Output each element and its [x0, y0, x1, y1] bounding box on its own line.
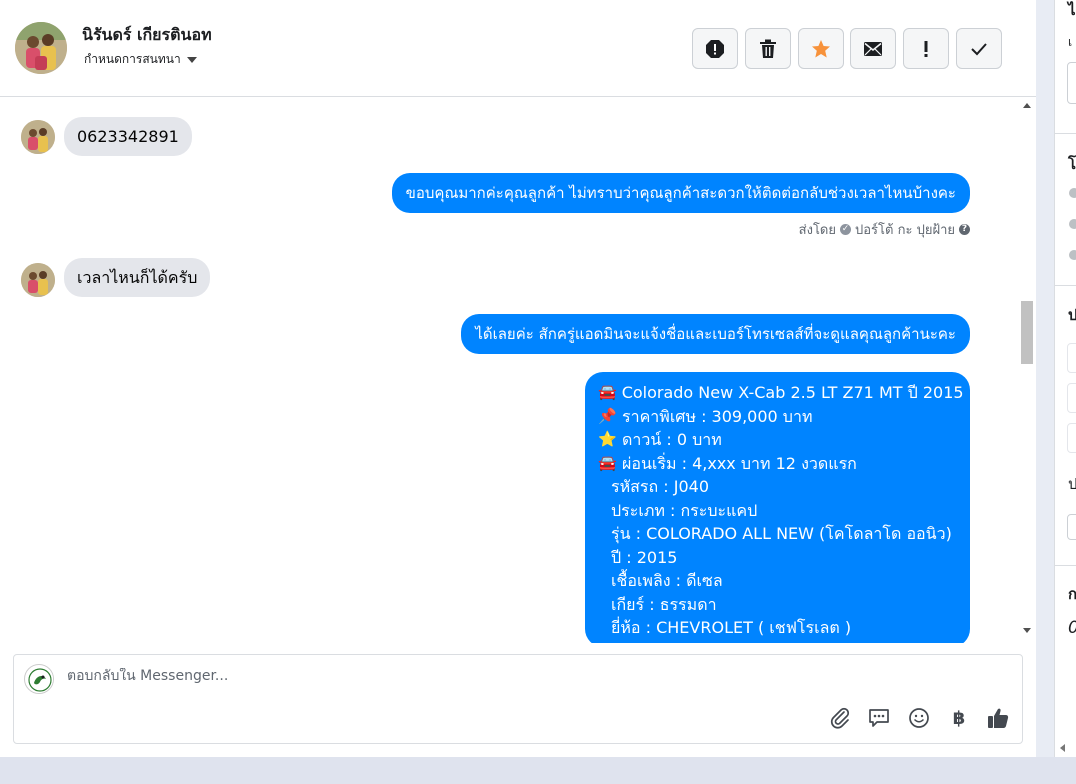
saved-replies-icon [869, 709, 889, 727]
conversation-header: นิรันดร์ เกียรตินอท กำหนดการสนทนา [0, 0, 1036, 97]
panel-heading: โ [1068, 155, 1076, 173]
vehicle-info-line: 🚘 Colorado New X-Cab 2.5 LT Z71 MT ปี 201… [598, 381, 964, 405]
panel-label: ป [1068, 472, 1076, 496]
location-icon [1069, 250, 1076, 260]
emoji-icon: 🚘 [598, 383, 617, 401]
scroll-up-arrow-icon[interactable] [1023, 103, 1031, 108]
message-scrollbar[interactable] [1020, 98, 1034, 643]
location-icon [1069, 219, 1076, 229]
bottom-bar [0, 757, 1076, 784]
contact-avatar[interactable] [15, 22, 67, 74]
conversation-panel: นิรันดร์ เกียรตินอท กำหนดการสนทนา 062334… [0, 0, 1036, 757]
caret-down-icon [186, 56, 197, 63]
sent-by-prefix: ส่งโดย [798, 223, 836, 238]
vehicle-info-line: เชื้อเพลิง : ดีเซล [598, 569, 957, 593]
panel-divider [1055, 565, 1076, 566]
page: นิรันดร์ เกียรตินอท กำหนดการสนทนา 062334… [0, 0, 1076, 784]
exclamation-icon [924, 40, 928, 57]
vehicle-info-text: รุ่น : COLORADO ALL NEW (โคโดลาโด ออนิว) [611, 524, 952, 543]
star-button[interactable] [798, 28, 844, 69]
contact-avatar-small [21, 263, 55, 297]
spam-button[interactable] [692, 28, 738, 69]
alert-octagon-icon [706, 39, 724, 58]
panel-heading: ป [1068, 303, 1076, 327]
vehicle-info-message[interactable]: 🚘 Colorado New X-Cab 2.5 LT Z71 MT ปี 201… [585, 372, 970, 643]
assign-label: กำหนดการสนทนา [84, 52, 181, 66]
panel-field[interactable] [1067, 383, 1076, 413]
panel-field[interactable] [1067, 423, 1076, 453]
vehicle-info-line: เกียร์ : ธรรมดา [598, 593, 957, 617]
assign-conversation-dropdown[interactable]: กำหนดการสนทนา [84, 50, 197, 69]
right-info-panel: ไ เ โ ป ป ก 0 [1054, 0, 1076, 757]
panel-text: เ [1068, 35, 1073, 49]
help-icon[interactable]: ? [959, 224, 970, 235]
like-button[interactable] [985, 705, 1011, 731]
vehicle-info-text: เชื้อเพลิง : ดีเซล [611, 571, 723, 590]
scroll-thumb[interactable] [1021, 301, 1033, 364]
vehicle-info-text: ผ่อนเริ่ม : 4,xxx บาท 12 งวดแรก [622, 453, 857, 473]
mark-unread-button[interactable] [850, 28, 896, 69]
delete-button[interactable] [745, 28, 791, 69]
vehicle-info-text: ราคาพิเศษ : 309,000 บาท [622, 406, 813, 426]
attach-file-button[interactable] [827, 705, 853, 731]
panel-field[interactable] [1067, 343, 1076, 373]
emoji-icon [909, 708, 929, 728]
vehicle-info-line: 🚘 ผ่อนเริ่ม : 4,xxx บาท 12 งวดแรก [598, 452, 957, 476]
follow-up-button[interactable] [903, 28, 949, 69]
message-list: 0623342891 ขอบคุณมากค่ะคุณลูกค้า ไม่ทราบ… [0, 98, 1020, 643]
baht-icon: ฿ [952, 707, 966, 729]
outgoing-message[interactable]: ขอบคุณมากค่ะคุณลูกค้า ไม่ทราบว่าคุณลูกค้… [391, 173, 970, 213]
envelope-icon [864, 41, 882, 56]
panel-divider [1055, 133, 1076, 134]
star-icon [812, 39, 830, 57]
trash-icon [760, 39, 776, 58]
reply-input[interactable] [67, 668, 767, 684]
emoji-icon: ⭐ [598, 430, 617, 448]
incoming-message[interactable]: เวลาไหนก็ได้ครับ [64, 258, 211, 297]
sender-icon: ✓ [840, 224, 851, 235]
panel-divider [1055, 285, 1076, 286]
payment-button[interactable]: ฿ [946, 705, 972, 731]
panel-heading: ไ [1068, 1, 1076, 19]
vehicle-info-text: ปี : 2015 [611, 547, 678, 567]
paperclip-icon [830, 707, 850, 729]
panel-value: 0 [1068, 618, 1076, 638]
vehicle-info-text: Colorado New X-Cab 2.5 LT Z71 MT ปี 2015 [621, 383, 964, 402]
vehicle-info-line: ยี่ห้อ : CHEVROLET ( เชฟโรเลต ) [598, 616, 957, 640]
saved-replies-button[interactable] [866, 705, 892, 731]
emoji-button[interactable] [906, 705, 932, 731]
emoji-icon: 📌 [598, 406, 617, 425]
vehicle-info-text: เกียร์ : ธรรมดา [611, 594, 717, 614]
vehicle-info-line: ⭐ ดาวน์ : 0 บาท [598, 428, 957, 452]
sender-name[interactable]: ปอร์โต้ กะ ปุยฝ้าย [855, 219, 955, 240]
vehicle-info-line: 📌 ราคาพิเศษ : 309,000 บาท [598, 405, 957, 429]
vehicle-info-line: รหัสรถ : J040 [598, 475, 957, 499]
sent-by-label: ส่งโดย ✓ ปอร์โต้ กะ ปุยฝ้าย ? [799, 219, 970, 240]
vehicle-info-text: ดาวน์ : 0 บาท [622, 430, 722, 449]
emoji-icon: 🚘 [598, 453, 617, 472]
vehicle-info-text: รหัสรถ : J040 [611, 477, 710, 496]
clock-icon [1069, 188, 1076, 198]
panel-heading: ก [1068, 582, 1076, 606]
contact-name: นิรันดร์ เกียรตินอท [82, 25, 212, 44]
outgoing-message[interactable]: ได้เลยค่ะ สักครู่แอดมินจะแจ้งชื่อและเบอร… [461, 314, 970, 354]
contact-avatar-small [21, 120, 55, 154]
page-logo [24, 664, 54, 694]
vehicle-info-text: ยี่ห้อ : CHEVROLET ( เชฟโรเลต ) [611, 618, 852, 637]
scroll-left-arrow-icon[interactable] [1060, 744, 1065, 752]
vehicle-info-line: ปี : 2015 [598, 546, 957, 570]
panel-field[interactable] [1067, 514, 1076, 540]
vehicle-info-text: ประเภท : กระบะแคป [611, 500, 758, 520]
check-icon [971, 42, 987, 55]
vehicle-info-line: รุ่น : COLORADO ALL NEW (โคโดลาโด ออนิว) [598, 522, 957, 546]
panel-field[interactable] [1067, 62, 1076, 104]
vehicle-info-line: ประเภท : กระบะแคป [598, 499, 957, 523]
mark-done-button[interactable] [956, 28, 1002, 69]
thumbs-up-icon [988, 708, 1009, 728]
reply-composer: ฿ [13, 654, 1023, 744]
incoming-message[interactable]: 0623342891 [64, 117, 192, 156]
scroll-down-arrow-icon[interactable] [1023, 628, 1031, 633]
